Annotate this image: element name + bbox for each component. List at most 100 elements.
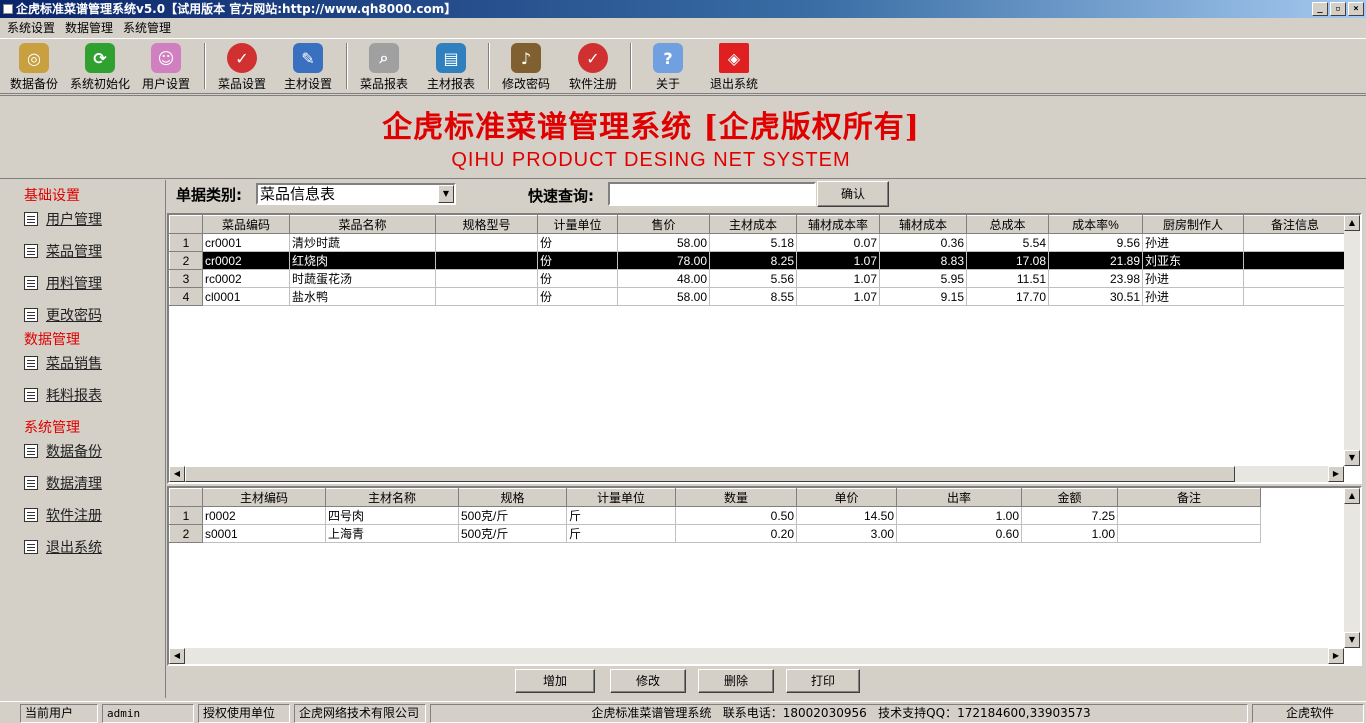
cell[interactable]: 红烧肉 [289,251,436,270]
menu-data-management[interactable]: 数据管理 [60,18,118,38]
column-header[interactable]: 金额 [1021,488,1118,507]
scroll-left-icon[interactable]: ◀ [169,648,185,664]
column-header[interactable]: 计量单位 [566,488,676,507]
cell[interactable]: 21.89 [1048,251,1143,270]
category-select[interactable]: 菜品信息表 ▼ [256,183,456,205]
cell[interactable]: 0.36 [879,233,967,252]
cell[interactable]: 孙进 [1142,233,1244,252]
column-header[interactable]: 辅材成本 [879,215,967,234]
cell[interactable] [1243,269,1347,288]
delete-button[interactable]: 删除 [698,669,774,693]
row-number[interactable]: 3 [169,269,203,288]
column-header[interactable]: 规格 [458,488,567,507]
sidebar-item-exit[interactable]: 退出系统 [24,537,102,557]
material-horizontal-scrollbar[interactable]: ◀ ▶ [169,648,1344,664]
sidebar-item-material-management[interactable]: 用料管理 [24,273,102,293]
cell[interactable]: 时蔬蛋花汤 [289,269,436,288]
toolbar-user-settings-button[interactable]: ☺ 用户设置 [138,41,194,93]
column-header[interactable]: 主材成本 [709,215,797,234]
cell[interactable] [1243,287,1347,306]
toolbar-change-password-button[interactable]: ♪ 修改密码 [498,41,554,93]
cell[interactable]: 1.00 [896,506,1022,525]
toolbar-system-init-button[interactable]: ⟳ 系统初始化 [66,41,134,93]
cell[interactable]: 8.25 [709,251,797,270]
menu-system-settings[interactable]: 系统设置 [2,18,60,38]
cell[interactable]: 份 [537,269,618,288]
row-number[interactable]: 1 [169,506,203,525]
cell[interactable] [435,269,538,288]
cell[interactable]: 斤 [566,524,676,543]
cell[interactable]: 500克/斤 [458,524,567,543]
toolbar-data-backup-button[interactable]: ◎ 数据备份 [6,41,62,93]
column-header[interactable]: 备注 [1117,488,1261,507]
toolbar-material-settings-button[interactable]: ✎ 主材设置 [280,41,336,93]
scroll-left-icon[interactable]: ◀ [169,466,185,482]
cell[interactable]: 11.51 [966,269,1049,288]
column-header[interactable]: 主材名称 [325,488,459,507]
cell[interactable]: 0.07 [796,233,880,252]
sidebar-item-user-management[interactable]: 用户管理 [24,209,102,229]
confirm-button[interactable]: 确认 [817,181,889,207]
cell[interactable]: 刘亚东 [1142,251,1244,270]
toolbar-exit-button[interactable]: ◈ 退出系统 [706,41,762,93]
cell[interactable]: cr0002 [202,251,290,270]
cell[interactable]: 斤 [566,506,676,525]
cell[interactable]: 份 [537,233,618,252]
cell[interactable]: 17.08 [966,251,1049,270]
cell[interactable] [435,287,538,306]
column-header[interactable]: 菜品编码 [202,215,290,234]
cell[interactable]: 四号肉 [325,506,459,525]
table-row[interactable]: 2 s0001 上海青 500克/斤 斤 0.20 3.00 0.60 1.00 [169,524,1261,543]
cell[interactable]: 0.50 [675,506,797,525]
cell[interactable]: 8.83 [879,251,967,270]
cell[interactable]: 0.60 [896,524,1022,543]
menu-system-management[interactable]: 系统管理 [118,18,176,38]
scroll-up-icon[interactable]: ▲ [1344,488,1360,504]
sidebar-item-data-cleanup[interactable]: 数据清理 [24,473,102,493]
scroll-right-icon[interactable]: ▶ [1328,648,1344,664]
toolbar-material-report-button[interactable]: ▤ 主材报表 [423,41,479,93]
column-header[interactable]: 厨房制作人 [1142,215,1244,234]
row-number[interactable]: 1 [169,233,203,252]
toolbar-about-button[interactable]: ? 关于 [640,41,696,93]
cell[interactable]: 1.07 [796,287,880,306]
cell[interactable] [435,251,538,270]
cell[interactable]: 48.00 [617,269,710,288]
table-row[interactable]: 1 cr0001 清炒时蔬 份 58.00 5.18 0.07 0.36 5.5… [169,233,1347,252]
column-header[interactable]: 总成本 [966,215,1049,234]
sidebar-item-consumption-report[interactable]: 耗料报表 [24,385,102,405]
cell[interactable]: 0.20 [675,524,797,543]
cell[interactable]: 58.00 [617,287,710,306]
cell[interactable]: cr0001 [202,233,290,252]
cell[interactable]: rc0002 [202,269,290,288]
cell[interactable]: 78.00 [617,251,710,270]
cell[interactable]: 58.00 [617,233,710,252]
cell[interactable]: 上海青 [325,524,459,543]
cell[interactable]: 盐水鸭 [289,287,436,306]
scroll-thumb[interactable] [185,466,1235,482]
column-header[interactable]: 成本率% [1048,215,1143,234]
table-row[interactable]: 4 cl0001 盐水鸭 份 58.00 8.55 1.07 9.15 17.7… [169,287,1347,306]
cell[interactable]: s0001 [202,524,326,543]
cell[interactable]: 清炒时蔬 [289,233,436,252]
chevron-down-icon[interactable]: ▼ [438,185,454,203]
cell[interactable] [1243,233,1347,252]
cell[interactable]: 5.56 [709,269,797,288]
cell[interactable] [1243,251,1347,270]
add-button[interactable]: 增加 [515,669,595,693]
minimize-button[interactable]: _ [1312,2,1328,16]
cell[interactable]: 1.07 [796,251,880,270]
cell[interactable] [1117,524,1261,543]
row-number[interactable]: 4 [169,287,203,306]
cell[interactable]: 1.00 [1021,524,1118,543]
cell[interactable]: 孙进 [1142,287,1244,306]
sidebar-item-data-backup[interactable]: 数据备份 [24,441,102,461]
edit-button[interactable]: 修改 [610,669,686,693]
scroll-down-icon[interactable]: ▼ [1344,632,1360,648]
cell[interactable]: 1.07 [796,269,880,288]
cell[interactable]: 17.70 [966,287,1049,306]
toolbar-dish-settings-button[interactable]: ✓ 菜品设置 [214,41,270,93]
row-number[interactable]: 2 [169,524,203,543]
cell[interactable]: 500克/斤 [458,506,567,525]
cell[interactable]: cl0001 [202,287,290,306]
